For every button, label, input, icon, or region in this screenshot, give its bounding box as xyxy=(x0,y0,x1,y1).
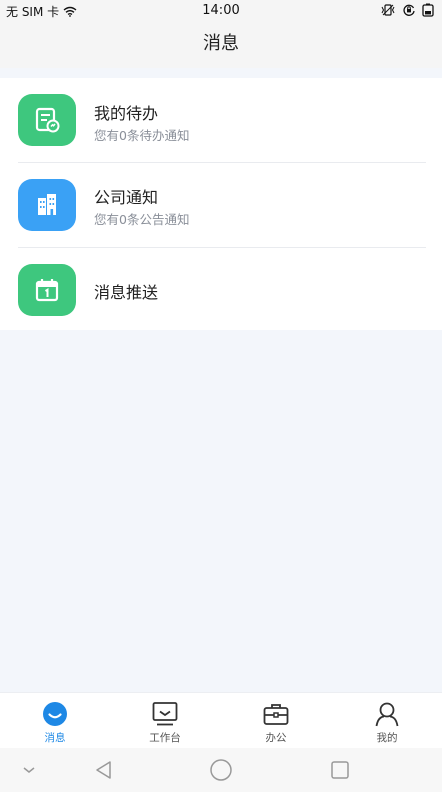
tab-label: 消息 xyxy=(44,732,66,744)
message-item-todo[interactable]: 我的待办 您有0条待办通知 xyxy=(0,78,442,162)
briefcase-icon xyxy=(263,704,289,725)
status-bar: 无 SIM 卡 14:00 xyxy=(0,0,442,22)
tab-label: 我的 xyxy=(376,732,398,744)
message-item-subtitle: 您有0条待办通知 xyxy=(94,128,190,143)
person-icon xyxy=(375,702,399,727)
hide-icon[interactable] xyxy=(17,758,41,782)
page-title: 消息 xyxy=(203,33,239,54)
rotation-lock-icon xyxy=(403,4,415,16)
message-item-title: 消息推送 xyxy=(94,283,159,302)
nav-bar: 消息 xyxy=(0,22,442,68)
building-icon xyxy=(18,179,76,231)
tab-bar: 消息 工作台 办公 我的 xyxy=(0,692,442,748)
message-item-push[interactable]: 消息推送 xyxy=(0,248,442,332)
status-time: 14:00 xyxy=(202,3,240,18)
status-right xyxy=(380,3,434,17)
recents-icon[interactable] xyxy=(328,758,352,782)
back-icon[interactable] xyxy=(92,758,116,782)
todo-icon xyxy=(18,94,76,146)
message-list: 我的待办 您有0条待办通知 公司通知 您有0条公告通知 消息推送 xyxy=(0,78,442,330)
system-nav-bar xyxy=(0,748,442,792)
message-item-title: 公司通知 xyxy=(94,188,159,207)
battery-icon xyxy=(422,3,434,17)
home-icon[interactable] xyxy=(209,758,233,782)
vibrate-icon xyxy=(381,4,395,16)
chat-icon xyxy=(43,702,67,726)
message-item-title: 我的待办 xyxy=(94,104,159,123)
tab-label: 工作台 xyxy=(149,732,181,744)
calendar-icon xyxy=(18,264,76,316)
tab-messages[interactable]: 消息 xyxy=(0,693,110,749)
tab-office[interactable]: 办公 xyxy=(221,693,331,749)
tab-label: 办公 xyxy=(265,732,287,744)
message-item-subtitle: 您有0条公告通知 xyxy=(94,212,190,227)
monitor-icon xyxy=(152,702,178,726)
tab-mine[interactable]: 我的 xyxy=(332,693,442,749)
message-item-company-notice[interactable]: 公司通知 您有0条公告通知 xyxy=(0,163,442,247)
tab-workbench[interactable]: 工作台 xyxy=(110,693,220,749)
